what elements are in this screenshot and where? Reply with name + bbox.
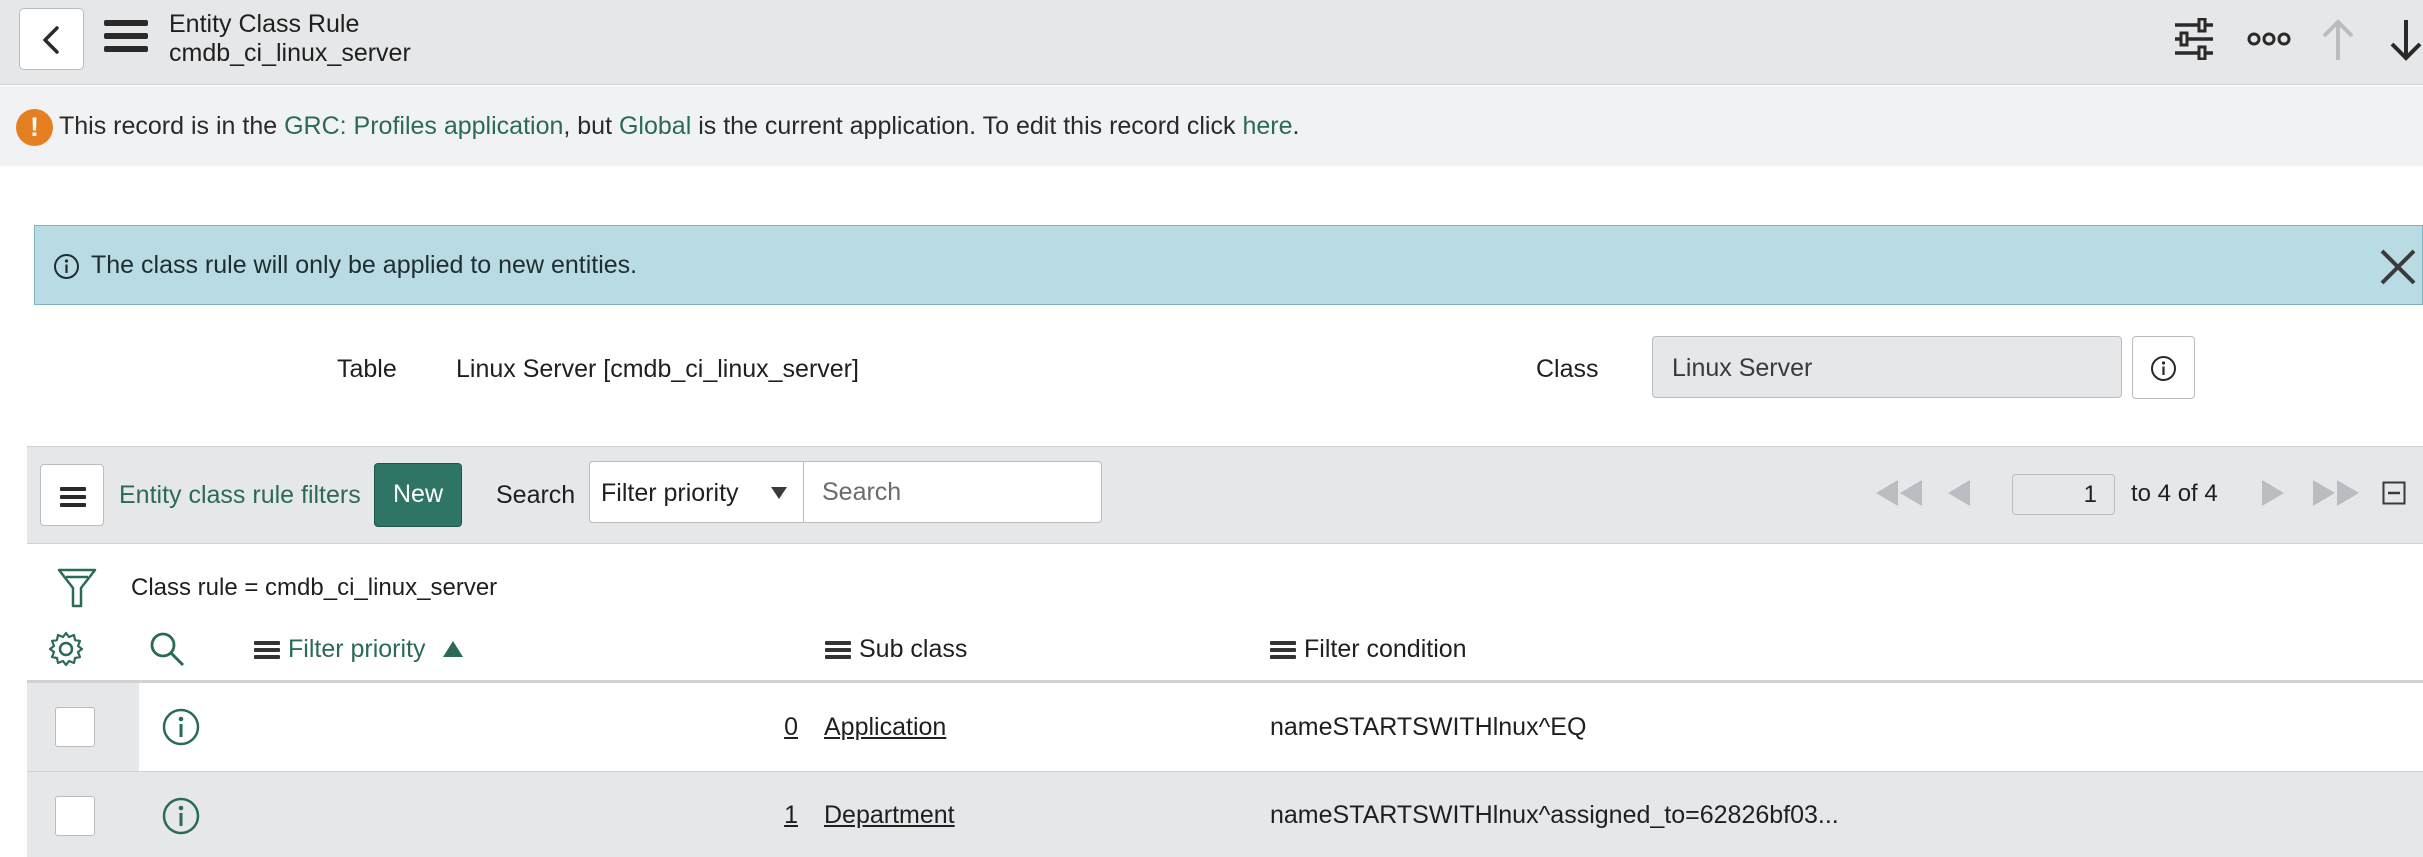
gear-icon[interactable] [47, 630, 85, 668]
search-label: Search [496, 481, 576, 509]
column-menu-icon[interactable] [254, 638, 280, 662]
class-field-value: Linux Server [1672, 354, 1813, 382]
warning-text-middle2: is the current application. To edit this… [691, 112, 1243, 140]
new-button[interactable]: New [374, 463, 462, 527]
next-page-icon[interactable] [2260, 478, 2286, 508]
arrow-up-icon[interactable] [2320, 18, 2356, 62]
collapse-list-icon[interactable] [2382, 481, 2406, 505]
pagination-range: to 4 of 4 [2131, 480, 2218, 507]
sliders-icon[interactable] [2172, 18, 2216, 60]
back-button[interactable] [19, 8, 84, 70]
warning-icon: ! [16, 109, 53, 146]
dropdown-triangle-icon [771, 487, 787, 499]
chevron-left-icon [43, 26, 59, 54]
first-page-icon[interactable] [1874, 478, 1924, 508]
warning-text-suffix: . [1292, 112, 1300, 140]
page-number-input[interactable] [2012, 474, 2115, 515]
warning-text-middle: , but [563, 112, 619, 140]
search-input[interactable] [803, 461, 1102, 523]
last-page-icon[interactable] [2311, 478, 2361, 508]
edit-here-link[interactable]: here [1242, 112, 1292, 140]
related-list-title[interactable]: Entity class rule filters [119, 481, 361, 510]
table-row: 0 Application nameSTARTSWITHlnux^EQ [27, 683, 2423, 771]
row-checkbox[interactable] [55, 707, 95, 747]
sort-ascending-icon [443, 641, 464, 657]
cell-sub-class-link[interactable]: Department [824, 801, 955, 830]
search-field-select[interactable]: Filter priority [589, 461, 804, 523]
table-label: Table [337, 355, 397, 383]
info-message-text: The class rule will only be applied to n… [91, 251, 638, 279]
arrow-down-icon[interactable] [2389, 18, 2423, 62]
class-info-button[interactable] [2132, 336, 2195, 399]
column-menu-icon[interactable] [825, 638, 851, 662]
cell-filter-priority[interactable]: 0 [758, 713, 798, 742]
scope-warning-text: This record is in the GRC: Profiles appl… [59, 112, 1299, 141]
warning-text-prefix: This record is in the [59, 112, 285, 140]
column-label-filter-condition: Filter condition [1304, 635, 1467, 663]
previous-page-icon[interactable] [1946, 478, 1972, 508]
column-menu-icon[interactable] [1270, 638, 1296, 662]
cell-sub-class-link[interactable]: Application [824, 713, 946, 742]
search-field-value: Filter priority [601, 479, 739, 507]
info-icon [54, 254, 79, 279]
info-icon [2151, 356, 2176, 381]
close-icon[interactable] [2379, 248, 2417, 286]
cell-filter-condition: nameSTARTSWITHlnux^assigned_to=62826bf03… [1270, 801, 1839, 829]
form-header: Entity Class Rule cmdb_ci_linux_server [0, 0, 2423, 85]
class-field[interactable]: Linux Server [1652, 336, 2122, 398]
table-value: Linux Server [cmdb_ci_linux_server] [456, 355, 859, 383]
hamburger-icon[interactable] [104, 20, 148, 60]
filter-breadcrumb[interactable]: Class rule = cmdb_ci_linux_server [131, 574, 497, 602]
more-options-icon[interactable] [2247, 32, 2291, 46]
info-message-banner: The class rule will only be applied to n… [34, 225, 2423, 305]
class-label: Class [1536, 355, 1599, 383]
filter-funnel-icon[interactable] [57, 566, 97, 610]
record-type-title: Entity Class Rule [169, 10, 360, 38]
column-label-sub-class: Sub class [859, 635, 968, 663]
row-checkbox[interactable] [55, 796, 95, 836]
app-scope-link[interactable]: GRC: Profiles application [284, 112, 563, 140]
record-display-name: cmdb_ci_linux_server [169, 39, 411, 67]
list-menu-button[interactable] [40, 464, 104, 526]
current-app-link[interactable]: Global [619, 112, 691, 140]
cell-filter-condition: nameSTARTSWITHlnux^EQ [1270, 713, 1587, 741]
info-icon[interactable] [161, 796, 201, 836]
info-icon[interactable] [161, 707, 201, 747]
cell-filter-priority[interactable]: 1 [758, 801, 798, 830]
search-icon[interactable] [148, 630, 186, 668]
table-row: 1 Department nameSTARTSWITHlnux^assigned… [27, 771, 2423, 857]
column-label-filter-priority: Filter priority [288, 635, 426, 663]
